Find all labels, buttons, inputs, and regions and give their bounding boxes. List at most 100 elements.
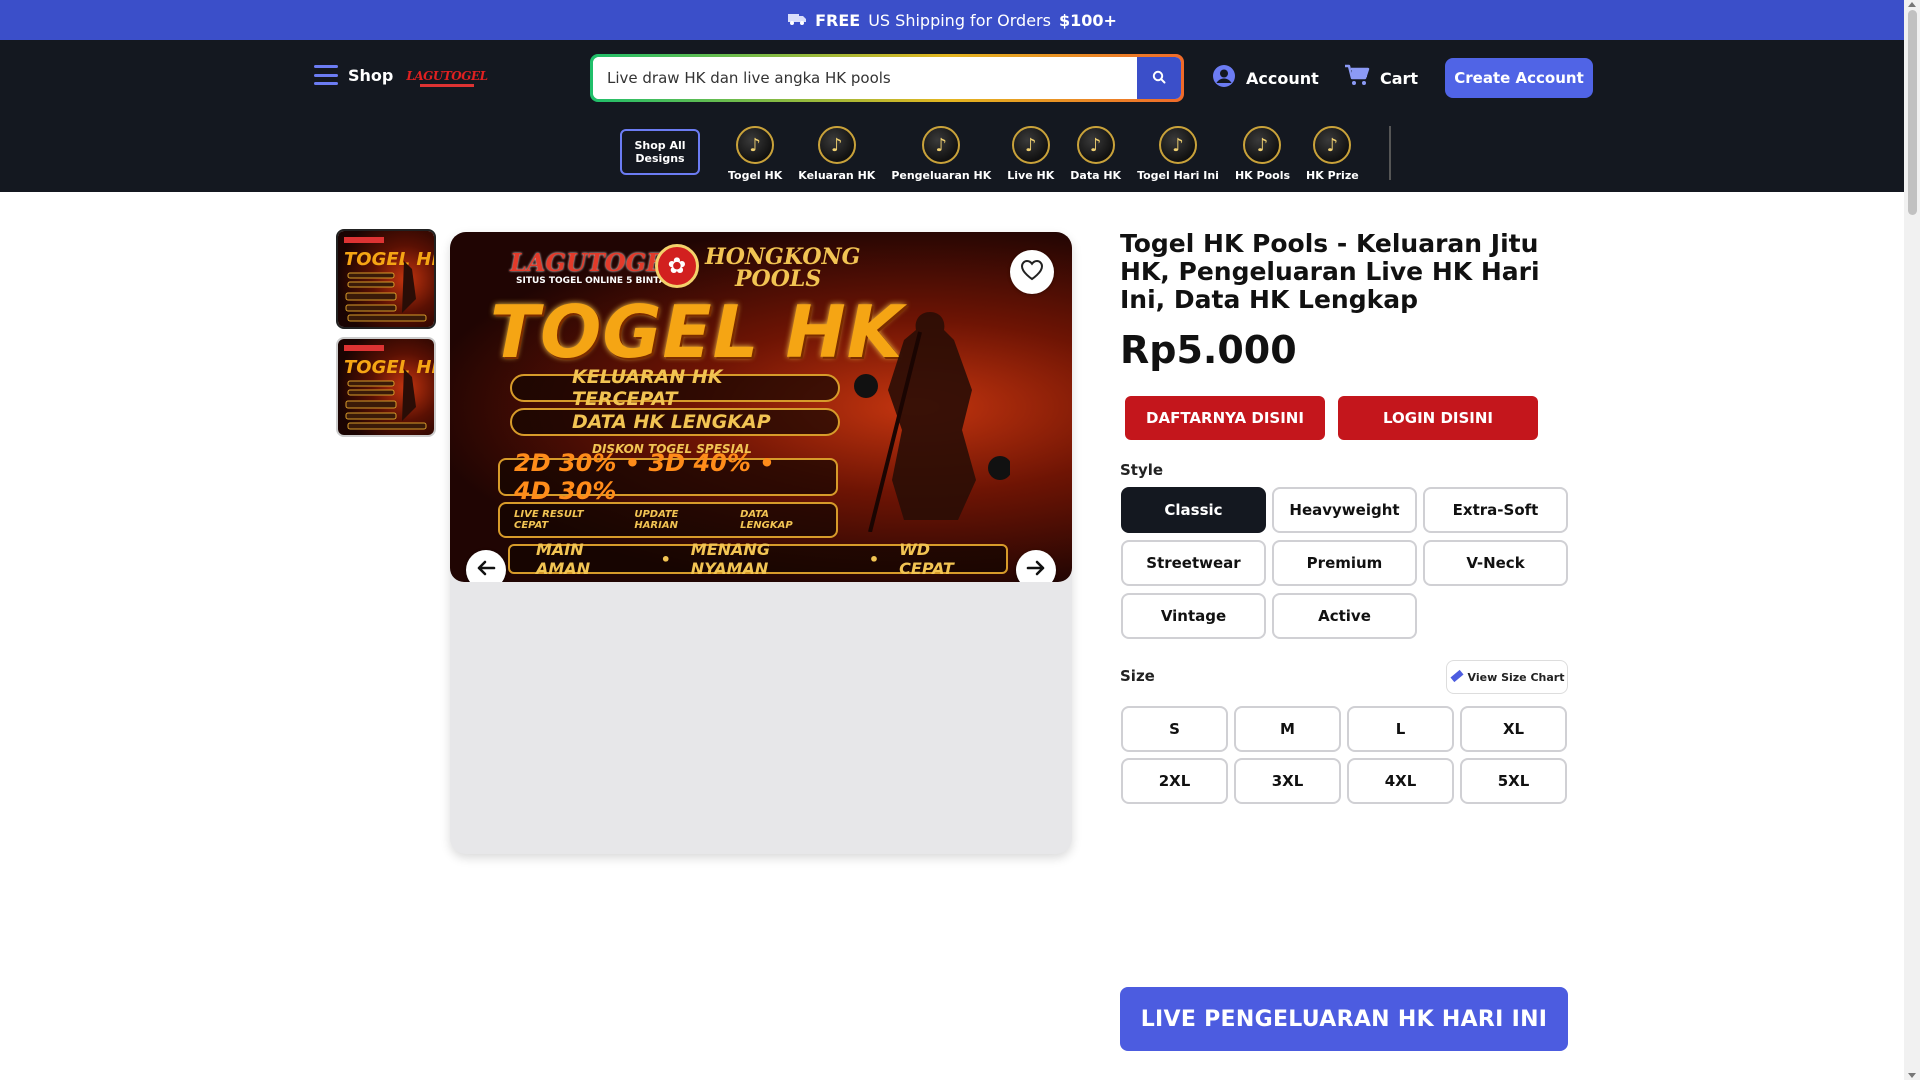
category-label: Togel Hari Ini: [1137, 169, 1219, 182]
style-option-classic[interactable]: Classic: [1121, 487, 1266, 533]
product-price: Rp5.000: [1120, 328, 1297, 372]
warrior-illustration: [854, 312, 1010, 532]
music-note-icon: ♪: [1243, 126, 1282, 164]
svg-text:TOGEL HK: TOGEL HK: [344, 357, 434, 378]
account-link[interactable]: Account: [1212, 64, 1319, 92]
arrow-right-icon: [1026, 560, 1046, 580]
style-option-streetwear[interactable]: Streetwear: [1121, 540, 1266, 586]
live-pengeluaran-button[interactable]: LIVE PENGELUARAN HK HARI INI: [1120, 987, 1568, 1051]
logo-text: LAGUTOGEL: [406, 68, 488, 83]
search-input[interactable]: [593, 57, 1137, 99]
style-option-active[interactable]: Active: [1272, 593, 1417, 639]
style-option-heavyweight[interactable]: Heavyweight: [1272, 487, 1417, 533]
banner-subtitle: SITUS TOGEL ONLINE 5 BINTANG: [516, 276, 681, 286]
promo-amount: $100+: [1058, 10, 1117, 30]
product-thumbnail-2[interactable]: TOGEL HK: [336, 337, 436, 437]
search-icon: [1152, 69, 1166, 88]
category-item-togel-hk[interactable]: ♪ Togel HK: [728, 126, 782, 182]
style-option-premium[interactable]: Premium: [1272, 540, 1417, 586]
truck-icon: [787, 11, 807, 30]
size-option-2xl[interactable]: 2XL: [1121, 758, 1228, 804]
page-scrollbar[interactable]: [1904, 0, 1920, 1080]
scroll-up-icon[interactable]: [1908, 2, 1916, 7]
size-option-m[interactable]: M: [1234, 706, 1341, 752]
product-thumbnail-1[interactable]: TOGEL HK: [336, 229, 436, 329]
category-item-hk-prize[interactable]: ♪ HK Prize: [1306, 126, 1359, 182]
size-option-l[interactable]: L: [1347, 706, 1454, 752]
create-account-button[interactable]: Create Account: [1445, 58, 1593, 98]
promo-text: US Shipping for Orders: [868, 10, 1051, 30]
category-item-pengeluaran-hk[interactable]: ♪ Pengeluaran HK: [891, 126, 991, 182]
view-size-chart-button[interactable]: View Size Chart: [1446, 660, 1568, 694]
banner-row-slogan: MAIN AMAN • MENANG NYAMAN • WD CEPAT: [508, 540, 1008, 578]
size-option-5xl[interactable]: 5XL: [1460, 758, 1567, 804]
thumbnail-list: TOGEL HK TOGEL HK: [336, 229, 436, 437]
cart-icon: [1344, 64, 1370, 92]
ruler-icon: [1450, 669, 1464, 686]
arrow-left-icon: [476, 560, 496, 580]
cart-link[interactable]: Cart: [1344, 64, 1418, 92]
banner-row-discounts: 2D 30% • 3D 40% • 4D 30%: [498, 449, 838, 505]
style-option-vintage[interactable]: Vintage: [1121, 593, 1266, 639]
music-note-icon: ♪: [922, 126, 961, 164]
svg-text:TOGEL HK: TOGEL HK: [344, 249, 434, 270]
category-item-data-hk[interactable]: ♪ Data HK: [1070, 126, 1121, 182]
category-label: HK Prize: [1306, 169, 1359, 182]
previous-image-button[interactable]: [466, 550, 506, 582]
category-nav: Shop All Designs ♪ Togel HK ♪ Keluaran H…: [620, 126, 1391, 188]
banner-row-data: DATA HK LENGKAP: [510, 408, 840, 436]
search-bar: [590, 54, 1184, 102]
category-label: Data HK: [1070, 169, 1122, 182]
hk-flower-icon: ✿: [655, 244, 699, 288]
category-label: HK Pools: [1234, 169, 1291, 182]
music-note-icon: ♪: [736, 126, 775, 164]
category-item-keluaran-hk[interactable]: ♪ Keluaran HK: [798, 126, 875, 182]
style-label: Style: [1120, 461, 1164, 479]
category-item-togel-hari-ini[interactable]: ♪ Togel Hari Ini: [1137, 126, 1219, 182]
promo-bar: FREE US Shipping for Orders $100+: [0, 0, 1904, 40]
size-chart-label: View Size Chart: [1467, 670, 1565, 684]
category-label: Keluaran HK: [798, 169, 876, 182]
banner-headline: TOGEL HK: [490, 290, 904, 374]
size-option-4xl[interactable]: 4XL: [1347, 758, 1454, 804]
register-button[interactable]: DAFTARNYA DISINI: [1125, 396, 1325, 440]
account-label: Account: [1246, 68, 1319, 88]
size-option-3xl[interactable]: 3XL: [1234, 758, 1341, 804]
product-banner-image: LAGUTOGEL SITUS TOGEL ONLINE 5 BINTANG ✿…: [450, 232, 1072, 582]
category-label: Togel HK: [728, 169, 783, 182]
product-title: Togel HK Pools - Keluaran Jitu HK, Penge…: [1120, 229, 1540, 314]
hamburger-icon: [314, 65, 338, 85]
banner-row-keluaran: KELUARAN HK TERCEPAT: [510, 366, 840, 410]
shop-all-designs-button[interactable]: Shop All Designs: [620, 129, 700, 175]
login-button[interactable]: LOGIN DISINI: [1338, 396, 1538, 440]
next-image-button[interactable]: [1016, 550, 1056, 582]
scroll-thumb[interactable]: [1908, 10, 1917, 215]
user-icon: [1212, 64, 1236, 92]
style-option-extra-soft[interactable]: Extra-Soft: [1423, 487, 1568, 533]
music-note-icon: ♪: [1159, 126, 1197, 164]
size-option-s[interactable]: S: [1121, 706, 1228, 752]
favorite-button[interactable]: [1010, 250, 1054, 294]
music-note-icon: ♪: [1076, 126, 1115, 164]
music-note-icon: ♪: [817, 126, 856, 164]
size-options: S M L XL 2XL 3XL 4XL 5XL: [1121, 706, 1569, 804]
style-option-v-neck[interactable]: V-Neck: [1423, 540, 1568, 586]
scroll-down-icon[interactable]: [1908, 1073, 1916, 1078]
banner-row-features: LIVE RESULT CEPAT UPDATE HARIAN DATA LENGK…: [498, 502, 838, 538]
search-button[interactable]: [1137, 57, 1181, 99]
music-note-icon: ♪: [1011, 126, 1050, 164]
category-item-live-hk[interactable]: ♪ Live HK: [1007, 126, 1054, 182]
shop-menu-button[interactable]: Shop: [314, 65, 393, 85]
heart-icon: [1020, 259, 1044, 285]
nav-divider: [1388, 126, 1391, 180]
shop-label: Shop: [348, 65, 394, 85]
site-logo[interactable]: LAGUTOGEL: [406, 67, 488, 89]
music-note-icon: ♪: [1313, 126, 1352, 164]
category-label: Pengeluaran HK: [891, 169, 992, 182]
category-label: Live HK: [1007, 169, 1055, 182]
site-header: Shop LAGUTOGEL Account Cart Create Accou…: [0, 40, 1904, 192]
category-item-hk-pools[interactable]: ♪ HK Pools: [1235, 126, 1290, 182]
size-option-xl[interactable]: XL: [1460, 706, 1567, 752]
size-label: Size: [1120, 667, 1155, 685]
product-image-card: LAGUTOGEL SITUS TOGEL ONLINE 5 BINTANG ✿…: [450, 232, 1072, 854]
